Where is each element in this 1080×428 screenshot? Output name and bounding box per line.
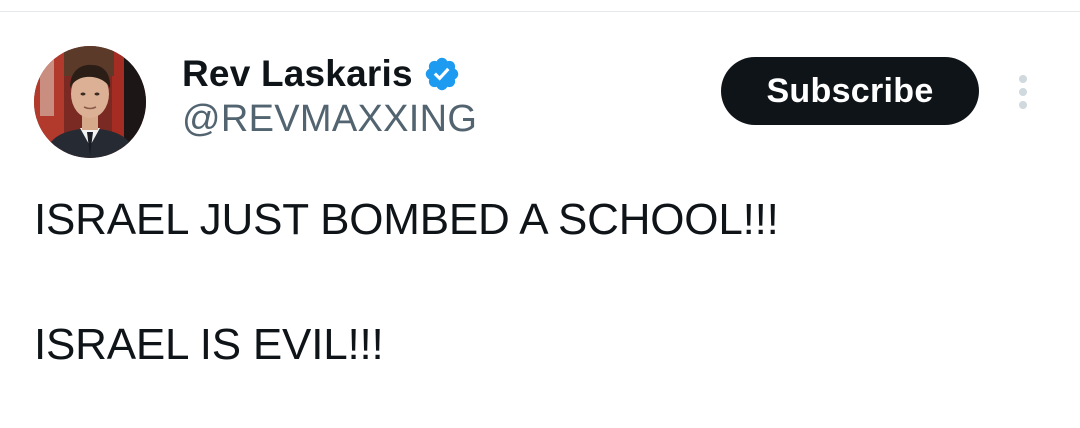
author-handle[interactable]: @REVMAXXING — [182, 98, 477, 141]
tweet-text-line: ISRAEL IS EVIL!!! — [34, 320, 384, 369]
author-block: Rev Laskaris @REVMAXXING — [182, 52, 477, 141]
author-name-row: Rev Laskaris — [182, 52, 477, 96]
author-display-name[interactable]: Rev Laskaris — [182, 53, 413, 95]
verified-badge-icon[interactable] — [423, 55, 461, 93]
avatar-photo — [34, 46, 146, 158]
avatar[interactable] — [34, 46, 146, 158]
tweet-text-line: ISRAEL JUST BOMBED A SCHOOL!!! — [34, 195, 779, 244]
tweet-card[interactable]: Rev Laskaris @REVMAXXING Subscribe ISRAE… — [0, 12, 1080, 428]
subscribe-button[interactable]: Subscribe — [721, 57, 979, 125]
more-vertical-icon[interactable] — [1008, 72, 1038, 112]
tweet-text: ISRAEL JUST BOMBED A SCHOOL!!! ISRAEL IS… — [34, 188, 1044, 377]
